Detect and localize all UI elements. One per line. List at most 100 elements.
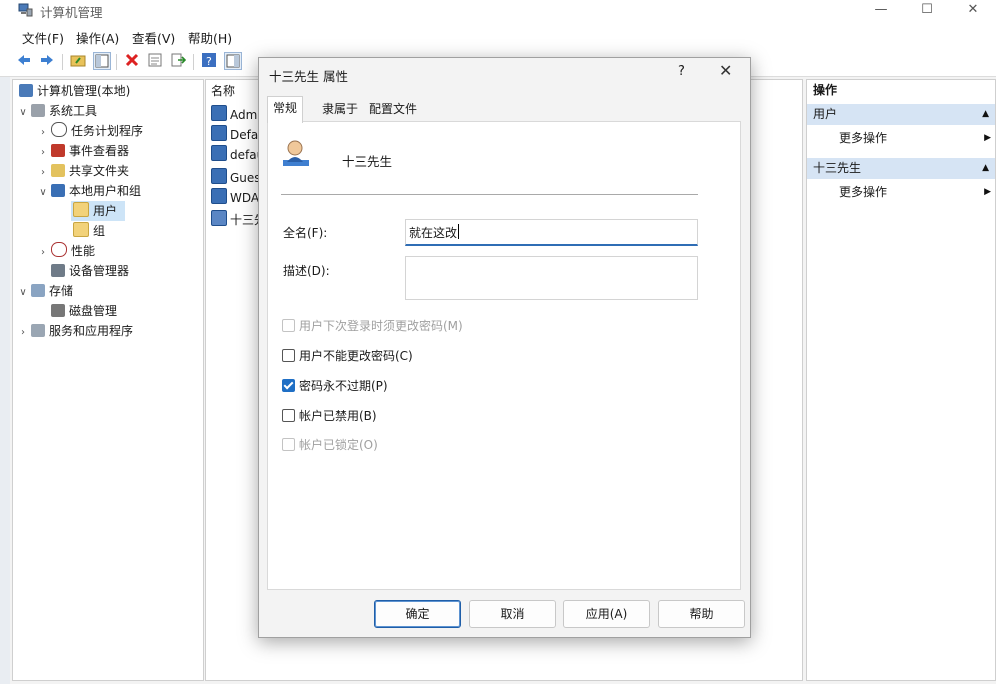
user-display-name: 十三先生 [342,154,393,169]
user-icon [211,168,227,184]
actions-group-users[interactable]: 用户 ▲ [807,104,995,125]
fullname-value: 就在这改 [409,226,458,240]
more-actions-item[interactable]: 更多操作 ▶ [839,182,991,202]
help-question-button[interactable]: ? [678,64,685,79]
apply-button[interactable]: 应用(A) [563,600,650,628]
shared-folder-icon [51,164,65,177]
tab-member-of[interactable]: 隶属于 [317,98,363,120]
collapse-up-icon[interactable]: ▲ [982,104,989,125]
tree-item-event-viewer[interactable]: › 事件查看器 [37,141,129,161]
ok-button[interactable]: 确定 [374,600,461,628]
chevron-down-icon[interactable]: ∨ [17,103,29,123]
text-caret [458,224,459,239]
tab-general[interactable]: 常规 [267,96,304,123]
chevron-down-icon[interactable]: ∨ [17,283,29,303]
chevron-down-icon[interactable]: ∨ [37,183,49,203]
folder-icon [73,222,89,237]
collapse-up-icon[interactable]: ▲ [982,158,989,179]
user-icon [211,210,227,226]
tree-item-local-users-groups[interactable]: ∨ 本地用户和组 [37,181,141,201]
checkbox-password-never-expires[interactable]: 密码永不过期(P) [282,377,388,395]
menu-view[interactable]: 查看(V) [132,28,175,47]
tree-item-computer-management[interactable]: 计算机管理(本地) [17,81,130,101]
up-folder-icon[interactable] [70,52,86,68]
checkbox-box[interactable] [282,349,295,362]
user-icon [211,105,227,121]
checkbox-must-change-password[interactable]: 用户下次登录时须更改密码(M) [282,317,463,335]
actions-group-user[interactable]: 十三先生 ▲ [807,158,995,179]
clock-icon [51,122,67,137]
tree-item-task-scheduler[interactable]: › 任务计划程序 [37,121,143,141]
tree-item-users[interactable]: 用户 [71,201,126,221]
submenu-arrow-icon: ▶ [984,133,991,143]
menu-help[interactable]: 帮助(H) [188,28,232,47]
list-item[interactable]: defau [211,145,264,165]
computer-management-icon [18,3,33,17]
computer-icon [19,84,33,97]
export-list-icon[interactable] [170,52,186,68]
description-label: 描述(D): [283,264,330,278]
chevron-right-icon[interactable]: › [37,243,49,263]
forward-arrow-icon[interactable] [39,52,55,68]
menu-file[interactable]: 文件(F) [22,28,64,47]
checkbox-box[interactable] [282,438,295,451]
back-arrow-icon[interactable] [16,52,32,68]
disk-icon [51,304,65,317]
actions-pane: 操作 用户 ▲ 更多操作 ▶ 十三先生 ▲ 更多操作 ▶ [806,79,996,681]
user-avatar-icon [283,140,309,166]
minimize-button[interactable]: — [858,0,904,22]
more-actions-item[interactable]: 更多操作 ▶ [839,128,991,148]
svg-text:?: ? [206,55,212,68]
tree-item-shared-folders[interactable]: › 共享文件夹 [37,161,129,181]
checkbox-cannot-change-password[interactable]: 用户不能更改密码(C) [282,347,413,365]
cancel-button[interactable]: 取消 [469,600,556,628]
tree-item-device-manager[interactable]: 设备管理器 [49,261,129,281]
chevron-right-icon[interactable]: › [37,163,49,183]
help-button[interactable]: 帮助 [658,600,745,628]
fullname-input[interactable]: 就在这改 [405,219,698,246]
toolbar-separator [116,54,117,70]
show-action-pane-icon[interactable] [224,52,242,70]
checkbox-account-disabled[interactable]: 帐户已禁用(B) [282,407,377,425]
dialog-close-button[interactable]: ✕ [719,61,732,80]
dialog-title: 十三先生 属性 [269,69,348,84]
menu-action[interactable]: 操作(A) [76,28,119,47]
help-icon[interactable]: ? [201,52,217,68]
user-icon [211,125,227,141]
tree-item-performance[interactable]: › 性能 [37,241,95,261]
user-icon [211,188,227,204]
event-viewer-icon [51,144,65,157]
list-item[interactable]: Gues [211,168,261,188]
storage-icon [31,284,45,297]
submenu-arrow-icon: ▶ [984,187,991,197]
fullname-label: 全名(F): [283,226,328,240]
checkbox-box[interactable] [282,409,295,422]
title-bar: 计算机管理 — ☐ ✕ [0,0,996,22]
performance-icon [51,242,67,257]
checkbox-box[interactable] [282,319,295,332]
checkbox-box-checked[interactable] [282,379,295,392]
chevron-right-icon[interactable]: › [37,143,49,163]
tree-item-services-apps[interactable]: › 服务和应用程序 [17,321,133,341]
show-hide-tree-icon[interactable] [93,52,111,70]
tree-item-groups[interactable]: 组 [71,221,105,241]
user-icon [211,145,227,161]
tab-profile[interactable]: 配置文件 [364,98,422,120]
chevron-right-icon[interactable]: › [17,323,29,343]
column-header-name[interactable]: 名称 [211,81,235,101]
tree-item-storage[interactable]: ∨ 存储 [17,281,73,301]
checkbox-account-locked[interactable]: 帐户已锁定(O) [282,436,378,454]
window-title: 计算机管理 [40,5,103,20]
description-input[interactable] [405,256,698,300]
tools-icon [31,104,45,117]
list-item[interactable]: Admi [211,105,261,125]
tree-item-disk-management[interactable]: 磁盘管理 [49,301,117,321]
properties-icon[interactable] [147,52,163,68]
tree-item-system-tools[interactable]: ∨ 系统工具 [17,101,97,121]
maximize-button[interactable]: ☐ [904,0,950,22]
users-group-icon [51,184,65,197]
chevron-right-icon[interactable]: › [37,123,49,143]
list-item[interactable]: WDA [211,188,259,208]
delete-icon[interactable] [124,52,140,68]
close-button[interactable]: ✕ [950,0,996,22]
